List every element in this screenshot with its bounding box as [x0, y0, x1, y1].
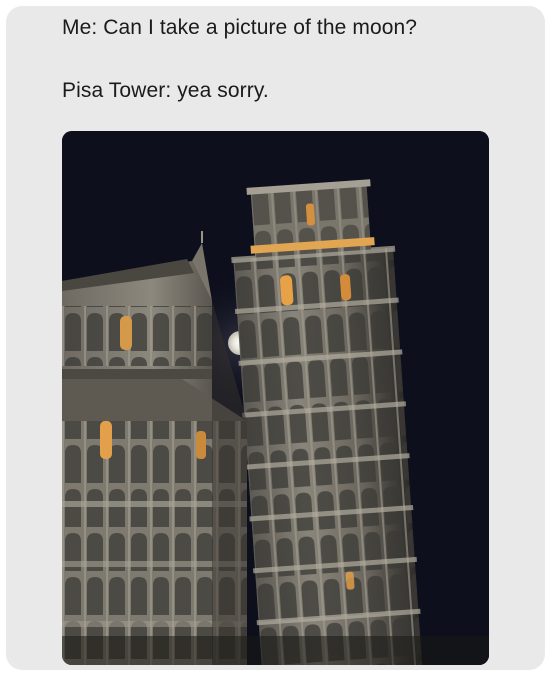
post-card: Me: Can I take a picture of the moon? Pi…	[6, 6, 545, 670]
post-text-line-2: Pisa Tower: yea sorry.	[62, 79, 269, 102]
post-text-line-1: Me: Can I take a picture of the moon?	[62, 16, 418, 39]
photo-illustration	[62, 131, 489, 665]
post-photo[interactable]	[62, 131, 489, 665]
